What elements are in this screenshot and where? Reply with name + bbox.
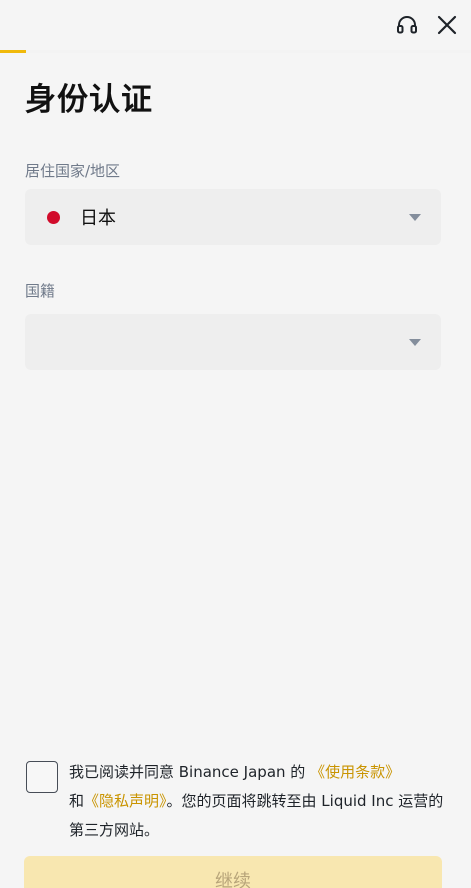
top-bar [0,0,471,53]
agreement-text: 我已阅读并同意 Binance Japan 的 《使用条款》 和《隐私声明》。您的… [69,758,446,845]
japan-flag-icon [47,211,60,224]
residence-select[interactable]: 日本 [25,189,441,245]
residence-label: 居住国家/地区 [25,162,121,180]
residence-value: 日本 [80,208,116,229]
close-icon[interactable] [434,12,460,38]
continue-button[interactable]: 继续 [24,856,442,888]
progress-bar [0,50,471,53]
terms-of-use-link[interactable]: 《使用条款》 [310,763,400,781]
chevron-down-icon [409,214,421,221]
nationality-label: 国籍 [25,282,56,300]
identity-verification-screen: 身份认证 居住国家/地区 日本 国籍 我已阅读并同意 Binance Japan… [0,0,471,888]
agreement-text-before: 我已阅读并同意 Binance Japan 的 [69,763,306,781]
headset-icon[interactable] [394,12,420,38]
privacy-statement-link[interactable]: 《隐私声明》 [84,792,167,810]
nationality-select[interactable] [25,314,441,370]
agreement-and: 和 [69,792,85,810]
page-title: 身份认证 [25,82,153,118]
chevron-down-icon [409,339,421,346]
agree-checkbox[interactable] [26,761,58,793]
progress-fill [0,50,26,53]
